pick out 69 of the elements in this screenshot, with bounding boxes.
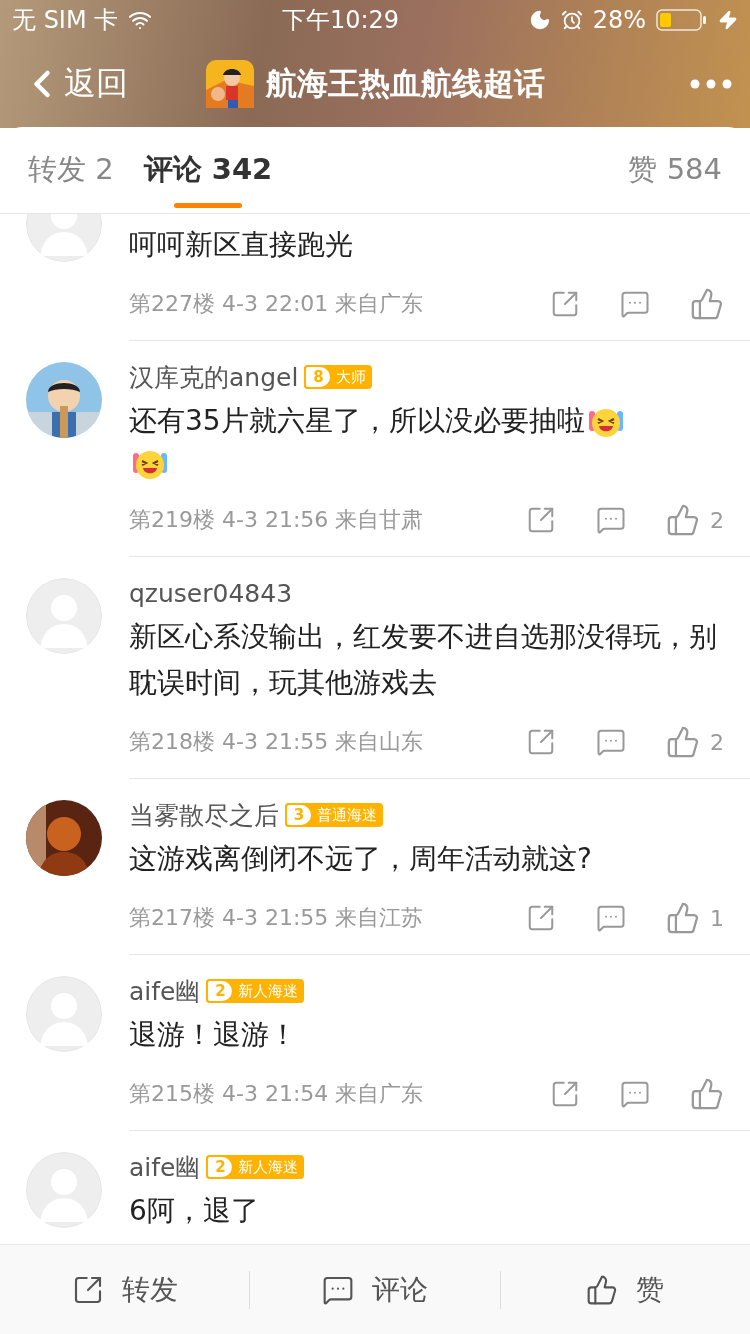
comment-meta: 第219楼 4-3 21:56 来自甘肃: [129, 506, 424, 534]
comment-text: 退游！退游！: [129, 1017, 298, 1053]
level-badge: 3 普通海迷: [285, 803, 383, 827]
alarm-icon: [560, 9, 583, 31]
moon-icon: [528, 9, 551, 31]
share-action-button[interactable]: 转发: [0, 1244, 250, 1334]
share-icon: [526, 505, 556, 535]
user-name: qzuser04843: [129, 578, 293, 608]
comment-icon: [596, 505, 626, 535]
battery-percent: 28%: [592, 6, 646, 34]
like-button[interactable]: [690, 287, 724, 321]
comment-button[interactable]: [620, 289, 650, 319]
comment-text: 新区心系没输出，红发要不进自选那没得玩，别耽误时间，玩其他游戏去: [129, 619, 718, 701]
user-name: aife幽: [129, 975, 201, 1008]
user-name: 当雾散尽之后: [129, 799, 279, 832]
thumbs-up-icon: [666, 503, 700, 537]
share-icon: [550, 289, 580, 319]
comment-meta: 第215楼 4-3 21:54 来自广东: [129, 1080, 424, 1108]
comment-meta: 第227楼 4-3 22:01 来自广东: [129, 290, 424, 318]
level-badge: 8 大师: [304, 365, 373, 389]
more-button[interactable]: [690, 79, 732, 89]
like-action-button[interactable]: 赞: [500, 1244, 750, 1334]
comment-text: 呵呵新区直接跑光: [129, 227, 354, 263]
comment-meta: 第218楼 4-3 21:55 来自山东: [129, 728, 424, 756]
tab[interactable]: 转发 2: [28, 127, 114, 214]
user-name: aife幽: [129, 1151, 201, 1184]
status-time: 下午10:29: [281, 5, 400, 36]
share-icon: [526, 903, 556, 933]
thumbs-up-icon: [690, 1077, 724, 1111]
comment-icon: [596, 903, 626, 933]
like-button[interactable]: 2: [666, 725, 724, 759]
carrier-text: 无 SIM 卡: [12, 5, 119, 36]
comment-icon: [596, 727, 626, 757]
thumbs-up-icon: [666, 901, 700, 935]
share-icon: [526, 727, 556, 757]
level-badge: 2 新人海迷: [206, 1155, 305, 1179]
share-button[interactable]: [526, 903, 556, 933]
charging-icon: [718, 10, 738, 30]
comment-button[interactable]: [620, 1079, 650, 1109]
share-icon: [550, 1079, 580, 1109]
more-icon: [690, 79, 732, 89]
share-button[interactable]: [526, 727, 556, 757]
comment-meta: 第217楼 4-3 21:55 来自江苏: [129, 904, 424, 932]
comment-text: 还有35片就六星了，所以没必要抽啦: [129, 398, 724, 444]
app-icon: [205, 60, 254, 108]
like-button[interactable]: 2: [666, 503, 724, 537]
back-button[interactable]: 返回: [20, 62, 128, 106]
comment-button[interactable]: [596, 727, 626, 757]
thumbs-up-icon: [690, 287, 724, 321]
like-button[interactable]: [690, 1077, 724, 1111]
like-button[interactable]: 1: [666, 901, 724, 935]
page-title: 航海王热血航线超话: [265, 64, 545, 103]
share-button[interactable]: [550, 289, 580, 319]
share-button[interactable]: [526, 505, 556, 535]
comment-button[interactable]: [596, 505, 626, 535]
thumbs-up-icon: [586, 1273, 619, 1306]
level-badge: 2 新人海迷: [206, 979, 305, 1003]
share-button[interactable]: [550, 1079, 580, 1109]
comment-button[interactable]: [596, 903, 626, 933]
comment-icon: [620, 1079, 650, 1109]
comment-text: 6阿，退了: [129, 1193, 260, 1229]
likes-tab[interactable]: 赞 584: [628, 150, 722, 190]
tab[interactable]: 评论 342: [143, 127, 273, 214]
battery-icon: [656, 8, 708, 32]
user-name: 汉库克的angel: [129, 361, 299, 394]
comment-icon: [620, 289, 650, 319]
comment-action-button[interactable]: 评论: [250, 1244, 500, 1334]
comment-text: 这游戏离倒闭不远了，周年活动就这?: [129, 841, 593, 877]
thumbs-up-icon: [666, 725, 700, 759]
